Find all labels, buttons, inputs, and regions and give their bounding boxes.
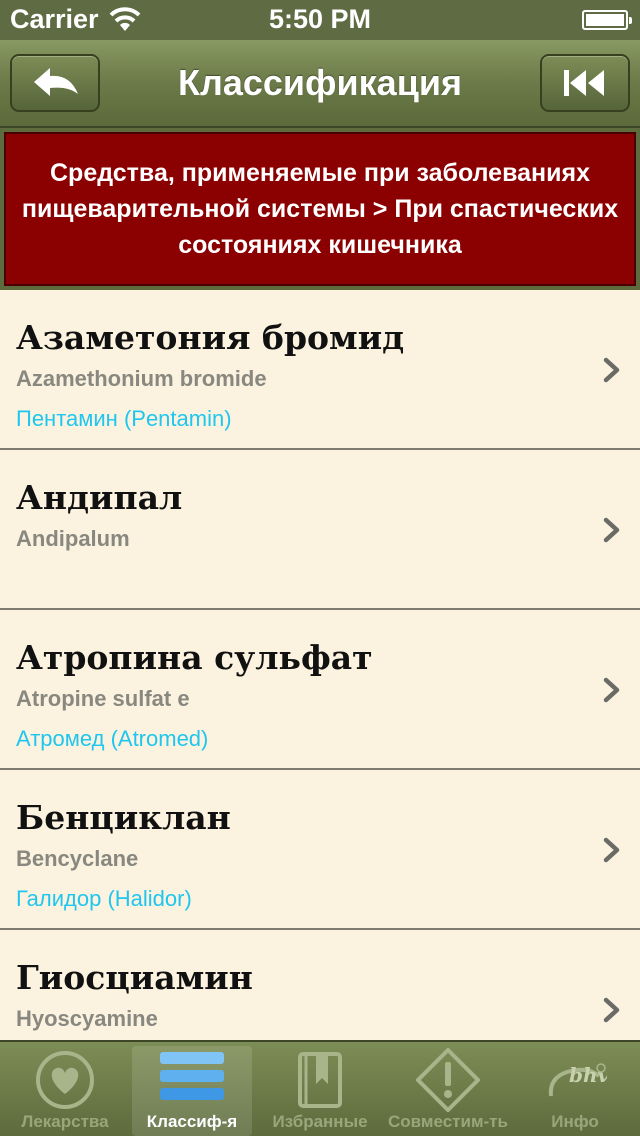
status-time: 5:50 PM — [268, 4, 372, 34]
drug-latin-name: Bencyclane — [16, 846, 139, 871]
chevron-right-icon — [603, 837, 620, 863]
heart-icon — [36, 1051, 94, 1109]
chevron-right-icon — [603, 677, 620, 703]
list-item[interactable]: Азаметония бромид Azamethonium bromide П… — [0, 290, 640, 450]
drug-trade-name: Галидор (Halidor) — [16, 886, 192, 911]
tab-drugs[interactable]: Лекарства — [6, 1042, 124, 1136]
drug-latin-name: Atropine sulfat e — [16, 686, 190, 711]
tab-bar: Лекарства Классиф-я Избранные Совместим-… — [0, 1040, 640, 1136]
tab-label: Лекарства — [21, 1112, 109, 1131]
bhv-logo-icon: bhv — [548, 1063, 607, 1097]
skip-to-start-icon — [564, 70, 604, 96]
drug-latin-name: Andipalum — [16, 526, 130, 551]
drug-name: Гиосциамин — [16, 958, 253, 997]
tab-label: Совместим-ть — [388, 1112, 508, 1131]
chevron-right-icon — [603, 357, 620, 383]
tab-label: Классиф-я — [146, 1112, 238, 1131]
tab-compatibility[interactable]: Совместим-ть — [386, 1042, 510, 1136]
page-title: Классификация — [178, 62, 462, 103]
chevron-right-icon — [603, 517, 620, 543]
drug-name: Бенциклан — [16, 798, 231, 837]
battery-icon — [582, 10, 632, 30]
warning-icon — [416, 1048, 480, 1112]
tab-label: Инфо — [551, 1112, 599, 1131]
skip-to-start-button[interactable] — [540, 54, 630, 112]
drug-latin-name: Hyoscyamine — [16, 1006, 158, 1031]
list-item[interactable]: Гиосциамин Hyoscyamine — [0, 930, 640, 1040]
drug-latin-name: Azamethonium bromide — [16, 366, 267, 391]
drug-list: Азаметония бромид Azamethonium bromide П… — [0, 290, 640, 1040]
list-item[interactable]: Бенциклан Bencyclane Галидор (Halidor) — [0, 770, 640, 930]
category-path-text: Средства, применяемые при заболеваниях п… — [21, 159, 619, 259]
tab-info[interactable]: bhv Инфо — [516, 1042, 634, 1136]
tab-classification[interactable]: Классиф-я — [132, 1046, 252, 1136]
drug-trade-name: Атромед (Atromed) — [16, 726, 209, 751]
drug-trade-name: Пентамин (Pentamin) — [16, 406, 232, 431]
bookmark-book-icon — [298, 1052, 342, 1108]
drug-name: Азаметония бромид — [16, 318, 405, 357]
svg-text:bhv: bhv — [569, 1063, 607, 1087]
drug-name: Андипал — [16, 478, 183, 517]
chevron-right-icon — [603, 997, 620, 1023]
status-bar: Carrier 5:50 PM — [0, 0, 640, 40]
category-path-box: Средства, применяемые при заболеваниях п… — [4, 132, 636, 286]
back-arrow-icon — [34, 68, 78, 96]
tab-favorites[interactable]: Избранные — [258, 1042, 382, 1136]
navigation-bar: Классификация — [0, 40, 640, 128]
drug-name: Атропина сульфат — [16, 638, 373, 677]
tab-label: Избранные — [272, 1112, 368, 1131]
back-button[interactable] — [10, 54, 100, 112]
list-item[interactable]: Андипал Andipalum — [0, 450, 640, 610]
category-header: Средства, применяемые при заболеваниях п… — [0, 128, 640, 290]
list-item[interactable]: Атропина сульфат Atropine sulfat e Атром… — [0, 610, 640, 770]
list-icon — [160, 1052, 224, 1100]
